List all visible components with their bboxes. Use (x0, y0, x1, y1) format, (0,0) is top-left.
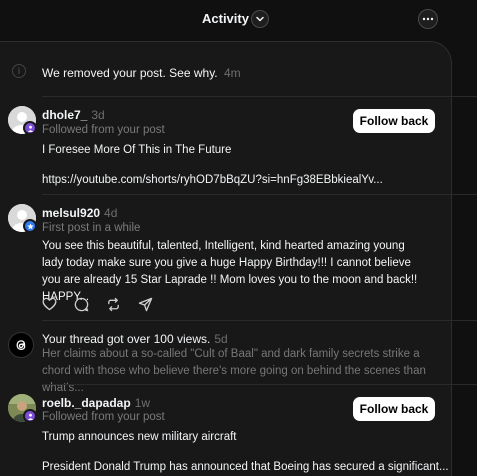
heart-icon (42, 297, 57, 311)
divider (42, 384, 477, 385)
repost-button[interactable] (106, 295, 138, 313)
repost-icon (108, 297, 119, 311)
like-button[interactable] (42, 295, 74, 313)
threads-logo-icon (8, 332, 34, 358)
follow-back-button[interactable]: Follow back (353, 109, 435, 133)
notification-subtitle: First post in a while (42, 222, 141, 234)
username[interactable]: melsul920 (42, 206, 100, 220)
send-icon (138, 297, 153, 311)
post-text: President Donald Trump has announced tha… (42, 461, 449, 473)
more-options-button[interactable] (418, 9, 438, 29)
username[interactable]: roelb._dapadap (42, 396, 131, 410)
divider (42, 194, 477, 195)
timestamp: 1w (134, 396, 151, 410)
timestamp: 5d (214, 332, 228, 346)
follow-badge-icon (23, 409, 37, 423)
comment-icon (74, 297, 89, 311)
post-text: Trump announces new military aircraft (42, 431, 237, 443)
post-actions (42, 295, 170, 313)
timestamp: 3d (91, 108, 105, 122)
follow-badge-icon (23, 121, 37, 135)
more-icon (422, 17, 434, 21)
page-title: Activity (202, 11, 249, 26)
star-badge-icon (23, 219, 37, 233)
timestamp: 4d (104, 206, 118, 220)
username[interactable]: dhole7_ (42, 108, 87, 122)
top-bar: Activity (0, 0, 477, 38)
activity-dropdown-button[interactable] (251, 10, 269, 28)
chevron-down-icon (256, 16, 264, 22)
divider (42, 96, 477, 97)
removed-post-text[interactable]: We removed your post. See why. (42, 66, 218, 80)
notification-subtitle: Followed from your post (42, 411, 165, 423)
share-button[interactable] (138, 295, 170, 313)
follow-back-button[interactable]: Follow back (353, 397, 435, 421)
post-link[interactable]: https://youtube.com/shorts/ryhOD7bBqZU?s… (42, 172, 442, 189)
reply-button[interactable] (74, 295, 106, 313)
notification-subtitle: Followed from your post (42, 124, 165, 136)
notification-title[interactable]: Your thread got over 100 views. (42, 332, 210, 346)
info-icon: i (12, 64, 26, 78)
divider (42, 320, 477, 321)
post-text: I Foresee More Of This in The Future (42, 144, 232, 156)
thread-preview-text: Her claims about a so-called "Cult of Ba… (42, 348, 426, 394)
timestamp: 4m (223, 66, 241, 80)
